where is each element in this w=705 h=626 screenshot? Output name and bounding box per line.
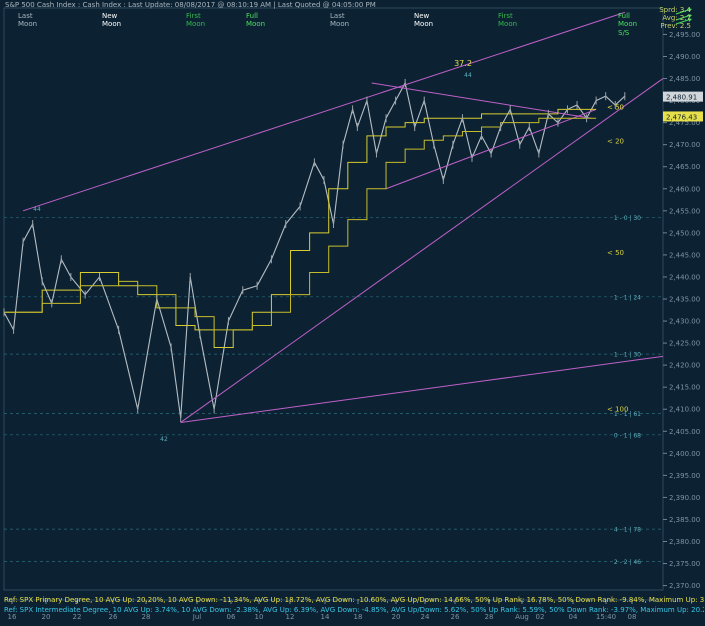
ref-primary-degree: Ref: SPX Primary Degree, 10 AVG Up: 20.2… — [4, 596, 704, 604]
moon-phase-7: First Moon — [498, 12, 518, 28]
x-tick-label: 28 — [142, 613, 151, 621]
price-tag-label: 2,476.43 — [666, 113, 697, 121]
y-tick-label: 2,395.00 — [669, 472, 700, 480]
ref-intermediate-degree: Ref: SPX Intermediate Degree, 10 AVG Up:… — [4, 606, 704, 614]
moon-phase-1: Last Moon — [18, 12, 38, 28]
fib-level-label: 2 - 2 | 46 — [614, 559, 641, 566]
y-tick-label: 2,460.00 — [669, 185, 700, 193]
level-label: < 20 — [607, 138, 624, 146]
x-tick-label: 06 — [227, 613, 236, 621]
y-tick-label: 2,430.00 — [669, 318, 700, 326]
y-tick-label: 2,385.00 — [669, 516, 700, 524]
y-tick-label: 2,455.00 — [669, 207, 700, 215]
x-tick-label: 04 — [569, 613, 578, 621]
x-tick-label: Jul — [192, 613, 202, 621]
y-tick-label: 2,435.00 — [669, 296, 700, 304]
x-tick-label: 20 — [42, 613, 51, 621]
x-tick-label: 24 — [421, 613, 430, 621]
chart-header: S&P 500 Cash Index : Cash Index : Last U… — [5, 1, 376, 9]
price-tag-label: 2,480.91 — [666, 94, 697, 102]
y-tick-label: 2,440.00 — [669, 273, 700, 281]
y-tick-label: 2,400.00 — [669, 450, 700, 458]
y-tick-label: 2,470.00 — [669, 141, 700, 149]
stat-avg: Avg: 2.7 — [662, 14, 691, 22]
level-label: < 50 — [607, 104, 624, 112]
x-tick-label: 10 — [255, 613, 264, 621]
y-tick-label: 2,390.00 — [669, 494, 700, 502]
x-tick-label: 28 — [485, 613, 494, 621]
y-tick-label: 2,465.00 — [669, 163, 700, 171]
annotation-label: 44 — [464, 72, 472, 79]
x-tick-label: 22 — [73, 613, 82, 621]
plot-area — [3, 7, 664, 591]
x-tick-label: 14 — [321, 613, 330, 621]
moon-phase-4: Full Moon — [246, 12, 266, 28]
y-tick-label: 2,375.00 — [669, 560, 700, 568]
y-tick-label: 2,415.00 — [669, 384, 700, 392]
stat-extra: S/S — [618, 29, 630, 37]
moon-phase-6: New Moon — [414, 12, 434, 28]
fib-level-label: 1 - 0 | 30 — [614, 215, 641, 222]
moon-phase-5: Last Moon — [330, 12, 350, 28]
y-tick-label: 2,495.00 — [669, 31, 700, 39]
x-tick-label: 26 — [109, 613, 118, 621]
moon-phase-8: Full Moon — [618, 12, 638, 28]
fib-level-label: 4 - 1 | 78 — [614, 527, 641, 534]
y-tick-label: 2,450.00 — [669, 229, 700, 237]
y-tick-label: 2,420.00 — [669, 362, 700, 370]
y-tick-label: 2,490.00 — [669, 53, 700, 61]
y-tick-label: 2,380.00 — [669, 538, 700, 546]
moon-phase-2: New Moon — [102, 12, 122, 28]
x-tick-label: 12 — [286, 613, 295, 621]
stat-sprd: Sprd: 3.4 — [659, 6, 691, 14]
y-tick-label: 2,445.00 — [669, 251, 700, 259]
stat-prev: Prev: 2.5 — [660, 22, 691, 30]
annotation-label: 37.2 — [454, 59, 472, 68]
y-tick-label: 2,410.00 — [669, 406, 700, 414]
level-label: < 50 — [607, 249, 624, 257]
y-tick-label: 2,370.00 — [669, 582, 700, 590]
x-tick-label: 08 — [628, 613, 637, 621]
fib-level-label: 1 - 1 | 24 — [614, 294, 641, 301]
moon-phase-3: First Moon — [186, 12, 206, 28]
fib-level-label: 1 - 1 | 30 — [614, 352, 641, 359]
fib-level-label: 0 - 1 | 68 — [614, 432, 641, 439]
annotation-label: 42 — [160, 436, 168, 443]
x-tick-label: 26 — [451, 613, 460, 621]
x-tick-label: 16 — [8, 613, 17, 621]
chart-canvas: 2,495.002,490.002,485.002,480.002,475.00… — [3, 7, 703, 621]
y-tick-label: 2,425.00 — [669, 340, 700, 348]
y-tick-label: 2,485.00 — [669, 75, 700, 83]
x-tick-label: 20 — [392, 613, 401, 621]
x-tick-label: 18 — [354, 613, 363, 621]
annotation-label: 44 — [33, 206, 41, 213]
y-tick-label: 2,405.00 — [669, 428, 700, 436]
level-label: < 100 — [607, 406, 628, 414]
x-tick-label: Aug — [515, 613, 529, 621]
x-tick-label: 02 — [536, 613, 545, 621]
x-tick-label: 15:40 — [596, 613, 616, 621]
